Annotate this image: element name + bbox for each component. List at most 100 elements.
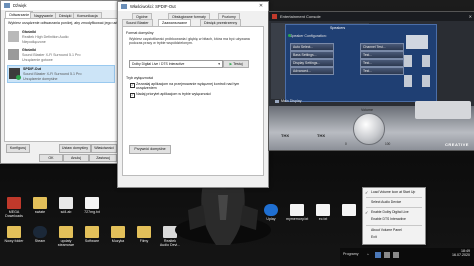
desktop-icon-muzyka[interactable]: Muzyka bbox=[107, 226, 129, 243]
properties-button[interactable]: Właściwości bbox=[91, 144, 117, 153]
desktop-icon-mega[interactable]: MEGA Downloads bbox=[3, 197, 25, 218]
test-button[interactable]: Test... bbox=[360, 59, 404, 67]
test-button[interactable]: Test... bbox=[360, 51, 404, 59]
speaker-icon[interactable] bbox=[393, 252, 399, 258]
menu-item-load-volume-icon[interactable]: ✓ Load Volume Icon at Start Up bbox=[363, 189, 425, 196]
mini-panel bbox=[415, 101, 471, 119]
speaker-icon bbox=[121, 4, 127, 9]
creative-brand-logo: CREATIVE bbox=[445, 142, 469, 147]
exclusive-priority-label: Nadaj priorytet aplikacjom w trybie wyłą… bbox=[136, 92, 211, 96]
folder-icon bbox=[85, 226, 99, 238]
text-file-icon bbox=[316, 204, 330, 216]
speakers-tab[interactable]: Speakers bbox=[330, 26, 345, 30]
bass-settings-button[interactable]: Bass Settings... bbox=[290, 51, 334, 59]
desktop-icon-swiate[interactable]: swiate bbox=[29, 197, 51, 214]
menu-separator bbox=[366, 225, 422, 226]
status-dot-icon bbox=[288, 34, 291, 37]
desktop-icon-sd4[interactable]: sd4.ab bbox=[55, 197, 77, 214]
apply-button[interactable]: Zastosuj bbox=[89, 154, 117, 162]
close-icon[interactable]: ✕ bbox=[469, 12, 472, 21]
speakers-panel: Speakers Speaker Configuration: Auto Sel… bbox=[285, 24, 437, 102]
device-item-selected[interactable]: SPDIF-Out Sound Blaster X-Fi Surround 5.… bbox=[7, 65, 115, 83]
desktop-icon-updaty[interactable]: updaty steamowe bbox=[55, 226, 77, 247]
desktop-icon-727mg[interactable]: 727mg.txt bbox=[81, 197, 103, 214]
advanced-button[interactable]: Advanced... bbox=[290, 67, 334, 75]
main-display-label[interactable]: Main Display bbox=[275, 99, 302, 103]
desktop-icon-software[interactable]: Software bbox=[81, 226, 103, 243]
volume-max-label: 100 bbox=[385, 142, 391, 146]
device-item[interactable]: Głośniki Realtek High Definition Audio N… bbox=[7, 29, 113, 45]
file-icon bbox=[342, 204, 356, 216]
thx-logo-left: THX bbox=[281, 133, 289, 138]
play-icon: ▶ bbox=[229, 62, 233, 66]
programs-toolbar[interactable]: Programy bbox=[343, 252, 359, 256]
test-button[interactable]: Test... bbox=[360, 67, 404, 75]
text-file-icon bbox=[290, 204, 304, 216]
desktop-icon-mymemory[interactable]: mymemory.txt bbox=[286, 204, 308, 221]
speaker-icon bbox=[8, 49, 19, 60]
entertainment-console: Entertainment Console ✕ Speakers Speaker… bbox=[268, 11, 474, 151]
volume-context-menu: ✓ Load Volume Icon at Start Up Select Au… bbox=[362, 187, 426, 245]
exclusive-control-checkbox[interactable]: ✓ bbox=[130, 83, 135, 88]
auto-select-button[interactable]: Auto Select... bbox=[290, 43, 334, 51]
volume-min-label: 0 bbox=[345, 142, 347, 146]
test-button[interactable]: ▶ Testuj bbox=[223, 60, 249, 68]
network-icon[interactable] bbox=[384, 252, 390, 258]
volume-knob[interactable] bbox=[353, 113, 385, 145]
close-icon[interactable]: ✕ bbox=[256, 2, 266, 11]
desktop-icon-steam[interactable]: Steam bbox=[29, 226, 51, 243]
tab-sound-blaster[interactable]: Sound Blaster bbox=[122, 19, 153, 26]
steam-icon bbox=[33, 226, 47, 238]
console-titlebar: Entertainment Console ✕ bbox=[269, 12, 474, 21]
desktop-icon-file[interactable] bbox=[338, 204, 360, 217]
thx-logo: THX bbox=[317, 133, 325, 138]
format-heading: Format domyślny bbox=[126, 31, 154, 35]
desktop-icon-filmy[interactable]: Filmy bbox=[133, 226, 155, 243]
speaker-config-label: Speaker Configuration: bbox=[290, 34, 327, 38]
sound-dialog-titlebar: Dźwięk bbox=[1, 1, 121, 10]
speaker-layout-graphic bbox=[404, 35, 430, 87]
file-icon bbox=[59, 197, 73, 209]
folder-icon bbox=[59, 226, 73, 238]
format-select[interactable]: Dolby Digital Live / DTS Interactive ▾ bbox=[129, 60, 223, 68]
format-description: Wybierz częstotliwość próbkowania i głęb… bbox=[129, 37, 250, 46]
speaker-icon bbox=[8, 31, 19, 42]
folder-icon bbox=[33, 197, 47, 209]
ok-button[interactable]: OK bbox=[39, 154, 63, 162]
menu-item-select-audio-device[interactable]: Select Audio Device bbox=[363, 199, 425, 206]
menu-separator bbox=[366, 197, 422, 198]
clock[interactable]: 18:49 16.07.2020 bbox=[440, 249, 470, 257]
device-item[interactable]: Głośniki Sound Blaster X-Fi Surround 5.1… bbox=[7, 47, 113, 63]
set-default-button[interactable]: Ustaw domyślny bbox=[59, 144, 91, 153]
creative-logo-icon bbox=[272, 14, 277, 19]
folder-icon bbox=[7, 197, 21, 209]
cancel-button[interactable]: Anuluj bbox=[63, 154, 89, 162]
restore-defaults-button[interactable]: Przywróć domyślne bbox=[129, 145, 171, 154]
exclusive-control-label: Zezwalaj aplikacjom na przejmowanie wyłą… bbox=[136, 82, 240, 91]
desktop-icon-uplay[interactable]: Uplay bbox=[260, 204, 282, 221]
menu-item-enable-dolby[interactable]: ✓ Enable Dolby Digital Live bbox=[363, 209, 425, 216]
configure-button[interactable]: Konfiguruj bbox=[6, 144, 30, 153]
taskbar: Programy ^ 18:49 16.07.2020 bbox=[340, 248, 474, 266]
tab-dzwiek-przestrzenny[interactable]: Dźwięk przestrzenny bbox=[200, 19, 242, 26]
spdif-properties-dialog: Właściwości: SPDIF-Out ✕ Ogólne Obsługiw… bbox=[117, 1, 269, 188]
folder-icon bbox=[7, 226, 21, 238]
desktop-icon-ec[interactable]: ec.txt bbox=[312, 204, 334, 221]
channel-test-button[interactable]: Channel Test... bbox=[360, 43, 404, 51]
playback-panel: Wybierz urządzenie odtwarzania poniżej, … bbox=[4, 18, 130, 142]
check-icon: ✓ bbox=[365, 190, 369, 195]
desktop-icon-nowy-folder[interactable]: Nowy folder bbox=[3, 226, 25, 243]
menu-item-exit[interactable]: Exit bbox=[363, 234, 425, 241]
menu-item-enable-dts[interactable]: Enable DTS Interactive bbox=[363, 216, 425, 223]
display-settings-button[interactable]: Display Settings... bbox=[290, 59, 334, 67]
exclusive-priority-checkbox[interactable]: ✓ bbox=[130, 93, 135, 98]
folder-icon bbox=[111, 226, 125, 238]
volume-tray-icon[interactable] bbox=[375, 252, 381, 258]
instruction-text: Wybierz urządzenie odtwarzania poniżej, … bbox=[8, 21, 131, 25]
text-file-icon bbox=[85, 197, 99, 209]
chevron-up-icon[interactable]: ^ bbox=[367, 253, 369, 257]
menu-item-about[interactable]: About Volume Panel bbox=[363, 227, 425, 234]
advanced-panel: Format domyślny Wybierz częstotliwość pr… bbox=[122, 26, 264, 176]
menu-separator bbox=[366, 207, 422, 208]
speaker-icon bbox=[4, 3, 10, 8]
